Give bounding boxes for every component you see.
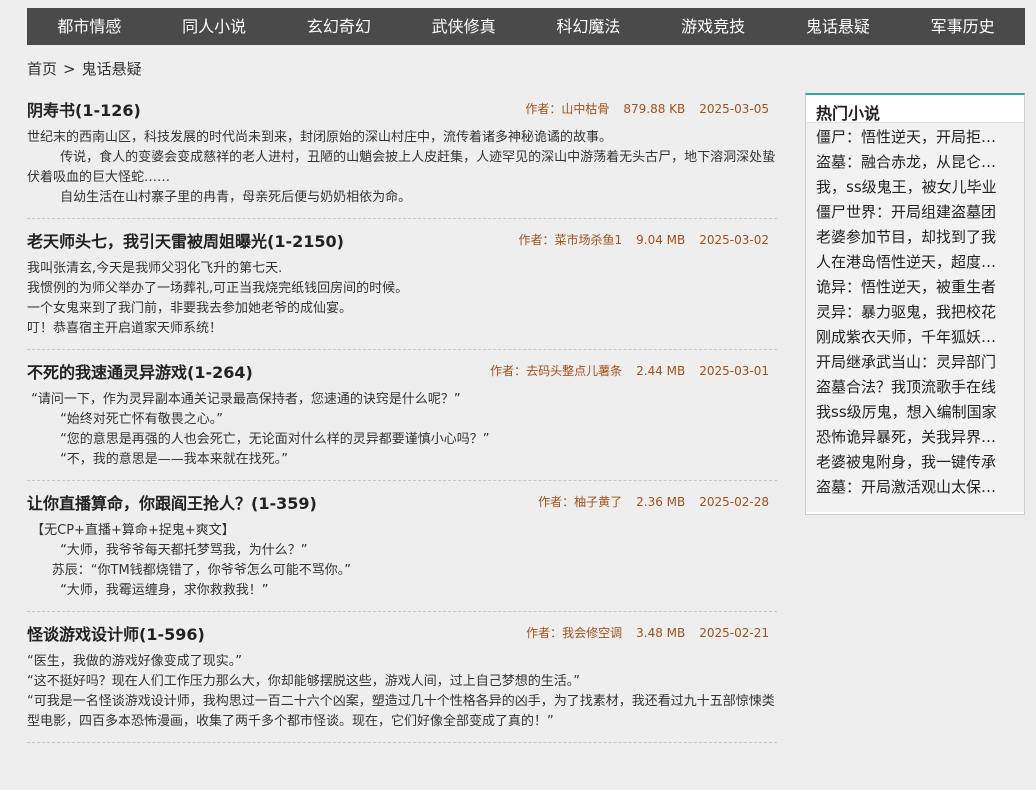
book-description-line: 自幼生活在山村寨子里的冉青，母亲死后便与奶奶相依为命。: [27, 190, 412, 205]
hot-novel-link[interactable]: 盗墓：融合赤龙，从昆仑开始: [816, 150, 1008, 175]
book-entry: 怪谈游戏设计师(1-596) 作者：我会修空调 3.48 MB 2025-02-21 “…: [27, 612, 777, 743]
book-list: 阴寿书(1-126) 作者：山中枯骨 879.88 KB 2025-03-05 世纪末的…: [27, 88, 777, 743]
book-description-line: 世纪末的西南山区，科技发展的时代尚未到来，封闭原始的深山村庄中，流传着诸多神秘诡…: [27, 130, 613, 145]
nav-item[interactable]: 武侠修真: [401, 8, 526, 45]
hot-novel-link[interactable]: 僵尸：悟性逆天，开局拒绝九叔: [816, 125, 1008, 150]
book-file-size: 879.88 KB: [623, 102, 686, 116]
book-description: 我叫张清玄,今天是我师父羽化飞升的第七天. 我惯例的为师父举办了一场葬礼,可正当我…: [27, 259, 777, 339]
hot-novel-link[interactable]: 僵尸世界：开局组建盗墓团: [816, 200, 1008, 225]
breadcrumb: 首页 > 鬼话悬疑: [27, 58, 142, 79]
hot-novel-link[interactable]: 老婆被鬼附身，我一键传承: [816, 450, 1008, 475]
book-author-link[interactable]: 作者：我会修空调: [526, 626, 622, 640]
hot-novel-link[interactable]: 老婆参加节目，却找到了我: [816, 225, 1008, 250]
nav-item[interactable]: 同人小说: [152, 8, 277, 45]
hot-novel-link[interactable]: 盗墓：开局激活观山太保传承: [816, 475, 1008, 500]
nav-item[interactable]: 鬼话悬疑: [776, 8, 901, 45]
book-header: 阴寿书(1-126) 作者：山中枯骨 879.88 KB 2025-03-05: [27, 88, 777, 128]
book-description-line: “医生，我做的游戏好像变成了现实。”: [27, 654, 242, 669]
book-description: “请问一下，作为灵异副本通关记录最高保持者，您速通的诀窍是什么呢？” “始终对死…: [27, 390, 777, 470]
book-description-line: 苏辰：“你TM钱都烧错了，你爷爷怎么可能不骂你。”: [27, 563, 351, 578]
book-description-line: 叮！恭喜宿主开启道家天师系统！: [27, 321, 223, 336]
book-file-size: 2.44 MB: [636, 364, 686, 378]
book-entry: 不死的我速通灵异游戏(1-264) 作者：去码头整点儿薯条 2.44 MB 2025-…: [27, 350, 777, 481]
nav-item[interactable]: 都市情感: [27, 8, 152, 45]
book-author-link[interactable]: 作者：柚子黄了: [538, 495, 622, 509]
book-header: 怪谈游戏设计师(1-596) 作者：我会修空调 3.48 MB 2025-02-21: [27, 612, 777, 652]
hot-novels-panel: 热门小说 僵尸：悟性逆天，开局拒绝九叔 盗墓：融合赤龙，从昆仑开始 我，ss级鬼王，…: [805, 93, 1025, 515]
book-date: 2025-02-21: [699, 626, 769, 640]
book-description-line: 传说，食人的变婆会变成慈祥的老人进村，丑陋的山魈会披上人皮赶集，人迹罕见的深山中…: [27, 150, 776, 185]
hot-novels-list: 僵尸：悟性逆天，开局拒绝九叔 盗墓：融合赤龙，从昆仑开始 我，ss级鬼王，被女儿毕业…: [806, 123, 1024, 512]
book-title-link[interactable]: 不死的我速通灵异游戏(1-264): [27, 359, 253, 383]
book-description-line: “这不挺好吗？现在人们工作压力那么大，你却能够摆脱这些，游戏人间，过上自己梦想的…: [27, 674, 580, 689]
book-header: 老天师头七，我引天雷被周姐曝光(1-2150) 作者：菜市场杀鱼1 9.04 MB 2…: [27, 219, 777, 259]
book-description-line: “大师，我霉运缠身，求你救救我！”: [27, 583, 269, 598]
book-description-line: “请问一下，作为灵异副本通关记录最高保持者，您速通的诀窍是什么呢？”: [27, 392, 461, 407]
book-entry: 阴寿书(1-126) 作者：山中枯骨 879.88 KB 2025-03-05 世纪末的…: [27, 88, 777, 219]
nav-item[interactable]: 军事历史: [900, 8, 1025, 45]
book-meta: 作者：柚子黄了 2.36 MB 2025-02-28: [524, 493, 769, 510]
hot-novel-link[interactable]: 灵异：暴力驱鬼，我把校花: [816, 300, 1008, 325]
book-description: 【无CP+直播+算命+捉鬼+爽文】 “大师，我爷爷每天都托梦骂我，为什么？” 苏…: [27, 521, 777, 601]
hot-novels-title: 热门小说: [806, 95, 1024, 123]
book-title-link[interactable]: 让你直播算命，你跟阎王抢人？(1-359): [27, 490, 317, 514]
breadcrumb-separator: >: [63, 60, 76, 78]
book-header: 让你直播算命，你跟阎王抢人？(1-359) 作者：柚子黄了 2.36 MB 2025-…: [27, 481, 777, 521]
breadcrumb-current: 鬼话悬疑: [81, 60, 142, 78]
book-description-line: 【无CP+直播+算命+捉鬼+爽文】: [27, 523, 235, 538]
book-title-link[interactable]: 老天师头七，我引天雷被周姐曝光(1-2150): [27, 228, 344, 252]
nav-item[interactable]: 游戏竞技: [651, 8, 776, 45]
book-meta: 作者：去码头整点儿薯条 2.44 MB 2025-03-01: [476, 362, 769, 379]
book-entry: 让你直播算命，你跟阎王抢人？(1-359) 作者：柚子黄了 2.36 MB 2025-…: [27, 481, 777, 612]
book-description-line: “您的意思是再强的人也会死亡，无论面对什么样的灵异都要谨慎小心吗？”: [27, 432, 490, 447]
breadcrumb-home-link[interactable]: 首页: [27, 60, 57, 78]
book-description-line: 我叫张清玄,今天是我师父羽化飞升的第七天.: [27, 261, 283, 276]
book-date: 2025-03-05: [699, 102, 769, 116]
book-meta: 作者：山中枯骨 879.88 KB 2025-03-05: [511, 100, 769, 117]
book-description-line: “不，我的意思是——我本来就在找死。”: [27, 452, 289, 467]
top-nav: 都市情感 同人小说 玄幻奇幻 武侠修真 科幻魔法 游戏竞技 鬼话悬疑 军事历史: [27, 8, 1025, 45]
hot-novel-link[interactable]: 我，ss级鬼王，被女儿毕业: [816, 175, 1008, 200]
book-file-size: 9.04 MB: [636, 233, 686, 247]
book-title-link[interactable]: 阴寿书(1-126): [27, 97, 141, 121]
book-date: 2025-03-02: [699, 233, 769, 247]
hot-novel-link[interactable]: 刚成紫衣天师，千年狐妖找上门: [816, 325, 1008, 350]
book-description: “医生，我做的游戏好像变成了现实。” “这不挺好吗？现在人们工作压力那么大，你却能…: [27, 652, 777, 732]
book-entry: 老天师头七，我引天雷被周姐曝光(1-2150) 作者：菜市场杀鱼1 9.04 MB 2…: [27, 219, 777, 350]
hot-novel-link[interactable]: 诡异：悟性逆天，被重生者: [816, 275, 1008, 300]
book-description-line: “始终对死亡怀有敬畏之心。”: [27, 412, 224, 427]
book-description-line: “大师，我爷爷每天都托梦骂我，为什么？”: [27, 543, 308, 558]
hot-novel-link[interactable]: 恐怖诡异暴死，关我异界亡灵: [816, 425, 1008, 450]
book-author-link[interactable]: 作者：山中枯骨: [525, 102, 609, 116]
nav-item[interactable]: 玄幻奇幻: [277, 8, 402, 45]
book-meta: 作者：菜市场杀鱼1 9.04 MB 2025-03-02: [504, 231, 769, 248]
book-author-link[interactable]: 作者：菜市场杀鱼1: [518, 233, 622, 247]
book-header: 不死的我速通灵异游戏(1-264) 作者：去码头整点儿薯条 2.44 MB 2025-…: [27, 350, 777, 390]
book-file-size: 3.48 MB: [636, 626, 686, 640]
nav-item[interactable]: 科幻魔法: [526, 8, 651, 45]
hot-novel-link[interactable]: 开局继承武当山：灵异部门: [816, 350, 1008, 375]
book-file-size: 2.36 MB: [636, 495, 686, 509]
book-description-line: “可我是一名怪谈游戏设计师，我构思过一百二十六个凶案，塑造过几十个性格各异的凶手…: [27, 694, 775, 729]
book-meta: 作者：我会修空调 3.48 MB 2025-02-21: [512, 624, 769, 641]
book-author-link[interactable]: 作者：去码头整点儿薯条: [490, 364, 622, 378]
book-date: 2025-02-28: [699, 495, 769, 509]
hot-novel-link[interactable]: 盗墓合法？我顶流歌手在线: [816, 375, 1008, 400]
book-title-link[interactable]: 怪谈游戏设计师(1-596): [27, 621, 205, 645]
hot-novel-link[interactable]: 我ss级厉鬼，想入编制国家: [816, 400, 1008, 425]
book-description-line: 一个女鬼来到了我门前，非要我去参加她老爷的成仙宴。: [27, 301, 353, 316]
hot-novel-link[interactable]: 人在港岛悟性逆天，超度万鬼: [816, 250, 1008, 275]
book-date: 2025-03-01: [699, 364, 769, 378]
book-description: 世纪末的西南山区，科技发展的时代尚未到来，封闭原始的深山村庄中，流传着诸多神秘诡…: [27, 128, 777, 208]
book-description-line: 我惯例的为师父举办了一场葬礼,可正当我烧完纸钱回房间的时候。: [27, 281, 409, 296]
